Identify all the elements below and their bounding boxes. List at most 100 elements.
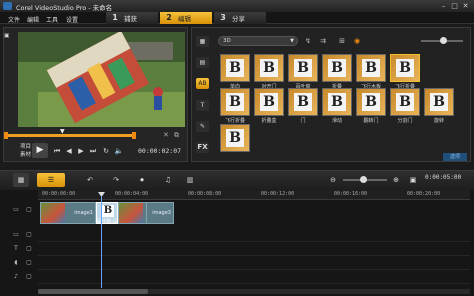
video-track-icon[interactable]: ▭ — [11, 206, 21, 214]
storyboard-view-button[interactable]: ▦ — [13, 173, 29, 187]
track-visibility-icon[interactable]: ▢ — [24, 206, 34, 214]
minimize-icon[interactable]: – — [439, 2, 448, 10]
add-to-favorites-icon[interactable]: ⊞ — [337, 36, 347, 46]
title-track-icon[interactable]: T — [11, 245, 21, 253]
category-dropdown[interactable]: 3D ▼ — [218, 36, 298, 46]
menu-settings[interactable]: 设置 — [66, 15, 78, 24]
timeline-timecode[interactable]: 0:00:05:00 — [425, 174, 461, 181]
transition-b-icon: B — [102, 205, 114, 217]
mixer-icon[interactable]: ▥ — [182, 173, 198, 187]
apply-current-icon[interactable]: ⇉ — [318, 36, 328, 46]
transition-thumbnail[interactable]: B — [356, 54, 386, 82]
transition-thumbnail[interactable]: B — [220, 54, 250, 82]
transition-b-icon: B — [362, 93, 380, 111]
fit-project-icon[interactable]: ▣ — [405, 173, 421, 187]
tab-capture[interactable]: 1 捕获 — [106, 12, 158, 24]
menu-tools[interactable]: 工具 — [46, 15, 58, 24]
ruler-label: 00:00:12:00 — [261, 191, 295, 197]
tab-label: 分享 — [232, 15, 245, 23]
options-button[interactable]: 选项 — [443, 153, 467, 161]
preview-tool-icon[interactable]: ▣ — [4, 33, 9, 39]
overlay-track[interactable] — [38, 228, 470, 242]
apply-random-icon[interactable]: ↯ — [303, 36, 313, 46]
transition-thumbnail-label: 门 — [300, 118, 306, 124]
graphic-icon[interactable]: ✎ — [196, 121, 209, 132]
transition-name: 百叶窗-三 — [96, 219, 118, 225]
preview-screen[interactable] — [18, 32, 185, 127]
timeline-scrollbar-thumb[interactable] — [38, 289, 148, 294]
track-visibility-icon[interactable]: ▢ — [24, 259, 34, 267]
transition-thumbnail-label: 分割门 — [397, 118, 413, 124]
transition-thumbnail[interactable]: B — [424, 88, 454, 116]
transition-icon[interactable]: AB — [196, 78, 209, 89]
end-icon[interactable]: ⏭ — [88, 146, 98, 156]
transition-thumbnail-label: 折叠盒 — [261, 118, 277, 124]
fx-icon[interactable]: FX — [196, 142, 209, 153]
tab-edit[interactable]: 2 编辑 — [160, 12, 212, 24]
transition-thumbnail[interactable]: B — [356, 88, 386, 116]
playhead[interactable] — [101, 196, 102, 288]
voice-track[interactable] — [38, 256, 470, 270]
trim-end-marker[interactable] — [132, 132, 136, 139]
track-visibility-icon[interactable]: ▢ — [24, 231, 34, 239]
record-capture-icon[interactable]: ⏺ — [134, 173, 150, 187]
transition-thumbnail[interactable]: B — [220, 88, 250, 116]
chevron-down-icon: ▼ — [290, 38, 294, 44]
redo-icon[interactable]: ↷ — [108, 173, 124, 187]
scrub-handle[interactable]: ▼ — [60, 128, 65, 135]
menu-edit[interactable]: 编辑 — [27, 15, 39, 24]
copy-icon[interactable]: ⧉ — [174, 131, 179, 140]
timeline-view-button[interactable]: ☰ — [37, 173, 65, 187]
undo-icon[interactable]: ↶ — [82, 173, 98, 187]
transition-thumbnail[interactable]: B — [220, 124, 250, 152]
mark-icon[interactable]: ✕ — [163, 131, 169, 139]
title-track[interactable] — [38, 242, 470, 256]
repeat-icon[interactable]: ↻ — [101, 146, 111, 156]
play-button[interactable]: ▶ — [32, 143, 48, 158]
trim-start-marker[interactable] — [4, 132, 8, 139]
video-clip[interactable]: image3 — [146, 202, 174, 224]
preview-frame-image — [18, 32, 185, 127]
mode-clip[interactable]: 素材 — [20, 150, 31, 158]
record-icon[interactable]: ◉ — [352, 36, 362, 46]
track-visibility-icon[interactable]: ▢ — [24, 273, 34, 281]
transition-thumbnail[interactable]: B — [288, 88, 318, 116]
audio-icon[interactable]: ♫ — [160, 173, 176, 187]
transition-thumbnail[interactable]: B — [322, 54, 352, 82]
volume-icon[interactable]: 🔈 — [114, 146, 124, 156]
zoom-knob[interactable] — [360, 176, 367, 183]
transition-thumbnail[interactable]: B — [288, 54, 318, 82]
app-logo-icon — [3, 2, 12, 10]
music-track[interactable] — [38, 270, 470, 284]
transition-thumbnail[interactable]: B — [322, 88, 352, 116]
instant-project-icon[interactable]: ▤ — [196, 57, 209, 68]
step-num: 1 — [112, 13, 118, 22]
transition-thumbnail[interactable]: B — [390, 88, 420, 116]
title-icon[interactable]: T — [196, 100, 209, 111]
overlay-track-icon[interactable]: ▭ — [11, 231, 21, 239]
music-track-icon[interactable]: ♪ — [11, 273, 21, 281]
close-icon[interactable]: ✕ — [461, 2, 470, 10]
transition-thumbnail[interactable]: B — [390, 54, 420, 82]
transition-thumbnail[interactable]: B — [254, 88, 284, 116]
next-frame-icon[interactable]: ▶ — [76, 146, 86, 156]
zoom-in-icon[interactable]: ⊕ — [388, 173, 404, 187]
zoom-out-icon[interactable]: ⊖ — [325, 173, 341, 187]
track-visibility-icon[interactable]: ▢ — [24, 245, 34, 253]
window-title: Corel VideoStudio Pro - 未命名 — [16, 4, 113, 12]
preview-timecode[interactable]: 00:00:02:07 — [138, 147, 181, 155]
voice-track-icon[interactable]: ◖ — [11, 259, 21, 267]
step-num: 2 — [166, 13, 172, 22]
home-icon[interactable]: ⏮ — [52, 146, 62, 156]
mode-project[interactable]: 项目 — [20, 142, 31, 150]
maximize-icon[interactable]: □ — [450, 2, 459, 10]
menu-file[interactable]: 文件 — [8, 15, 20, 24]
transition-thumbnail[interactable]: B — [254, 54, 284, 82]
media-icon[interactable]: ▦ — [196, 36, 209, 47]
thumbnail-size-knob[interactable] — [440, 37, 447, 44]
video-clip[interactable]: image1 — [40, 202, 96, 224]
prev-frame-icon[interactable]: ◀ — [64, 146, 74, 156]
transition-b-icon: B — [362, 59, 380, 77]
tab-share[interactable]: 3 分享 — [214, 12, 266, 24]
transition-b-icon: B — [226, 129, 244, 147]
